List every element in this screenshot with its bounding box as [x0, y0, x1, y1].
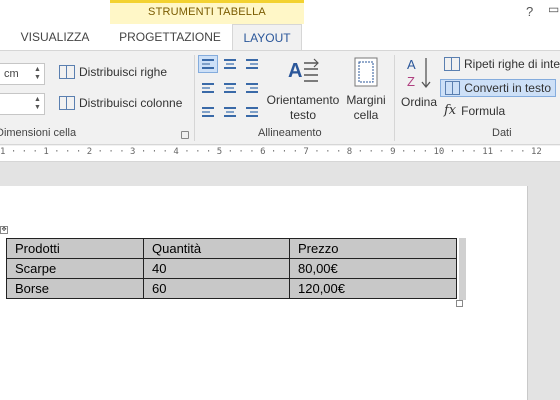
group-label-data: Dati [492, 127, 512, 139]
cell-size-dialog-launcher-icon[interactable] [181, 131, 189, 139]
distribute-rows-icon [59, 65, 75, 79]
distribute-columns-icon [59, 96, 75, 110]
cell-height-spinner[interactable]: cm ▲ ▼ [0, 63, 45, 85]
table-header-cell[interactable]: Prodotti [6, 238, 144, 259]
ribbon: cm ▲ ▼ ▲ ▼ Distribuisci righe Distribuisci… [0, 50, 560, 145]
align-bottom-left-button[interactable] [198, 101, 218, 119]
table-row: Prodotti Quantità Prezzo [6, 238, 457, 259]
table-row-end-markers [459, 238, 466, 300]
group-divider [194, 55, 195, 141]
align-middle-left-button[interactable] [198, 78, 218, 96]
table-cell[interactable]: 60 [143, 278, 290, 299]
table-row: Borse 60 120,00€ [6, 278, 457, 299]
formula-button[interactable]: fx Formula [444, 103, 505, 118]
svg-text:Z: Z [407, 74, 415, 89]
text-direction-icon: A [288, 58, 319, 82]
ruler-scale: 1 · · · 1 · · · 2 · · · 3 · · · 4 · · · … [0, 147, 542, 157]
table-cell[interactable]: Scarpe [6, 258, 144, 279]
table-move-handle-icon[interactable]: ✥ [0, 226, 8, 234]
align-top-center-button[interactable] [220, 55, 240, 73]
table-row: Scarpe 40 80,00€ [6, 258, 457, 279]
align-bottom-right-button[interactable] [242, 101, 262, 119]
repeat-header-rows-label: Ripeti righe di intes [464, 57, 560, 71]
tab-layout[interactable]: LAYOUT [232, 24, 302, 51]
distribute-columns-button[interactable]: Distribuisci colonne [59, 96, 182, 110]
cell-margins-label-line1: Margini [346, 93, 386, 107]
data-table[interactable]: Prodotti Quantità Prezzo Scarpe 40 80,00… [6, 238, 457, 299]
spinner-arrows-icon[interactable]: ▲ ▼ [34, 66, 42, 82]
distribute-columns-label: Distribuisci colonne [79, 96, 183, 110]
cell-margins-button[interactable]: Margini cella [342, 55, 390, 123]
convert-to-text-icon [445, 81, 461, 95]
table-header-cell[interactable]: Prezzo [289, 238, 457, 259]
table-cell[interactable]: Borse [6, 278, 144, 299]
text-direction-label-line2: testo [289, 108, 316, 122]
tab-progettazione[interactable]: PROGETTAZIONE [110, 24, 230, 50]
tab-visualizza[interactable]: VISUALIZZA [0, 24, 110, 50]
align-middle-right-button[interactable] [242, 78, 262, 96]
formula-label: Formula [461, 103, 506, 118]
ribbon-display-options-icon[interactable]: ▭ [548, 2, 560, 16]
table-tools-context-label: STRUMENTI TABELLA [148, 6, 266, 18]
align-bottom-center-button[interactable] [220, 101, 240, 119]
ribbon-tab-strip: STRUMENTI TABELLA ? ▭ VISUALIZZA PROGETT… [0, 0, 560, 51]
repeat-header-rows-icon [444, 57, 460, 71]
sort-label: Ordina [400, 95, 438, 109]
group-divider [394, 55, 395, 141]
text-direction-button[interactable]: A Orientamento testo [264, 55, 342, 123]
group-label-cell-size: Dimensioni cella [0, 127, 77, 139]
table-resize-handle-icon[interactable] [456, 300, 463, 307]
text-direction-label-line1: Orientamento [266, 93, 340, 107]
group-label-alignment: Allineamento [258, 127, 322, 139]
cell-margins-icon [354, 57, 378, 87]
align-top-left-button[interactable] [198, 55, 218, 73]
spinner-arrows-icon[interactable]: ▲ ▼ [34, 96, 42, 112]
cell-height-value: cm [4, 68, 19, 80]
align-top-right-button[interactable] [242, 55, 262, 73]
convert-to-text-button[interactable]: Converti in testo [440, 79, 556, 97]
formula-fx-icon: fx [444, 103, 457, 118]
distribute-rows-label: Distribuisci righe [79, 65, 168, 79]
horizontal-ruler[interactable]: 1 · · · 1 · · · 2 · · · 3 · · · 4 · · · … [0, 146, 560, 162]
svg-text:A: A [407, 57, 416, 72]
table-cell[interactable]: 80,00€ [289, 258, 457, 279]
distribute-rows-button[interactable]: Distribuisci righe [59, 65, 167, 79]
repeat-header-rows-button[interactable]: Ripeti righe di intes [444, 57, 560, 71]
sort-button[interactable]: A Z Ordina [398, 55, 440, 110]
align-middle-center-button[interactable] [220, 78, 240, 96]
cell-width-spinner[interactable]: ▲ ▼ [0, 93, 45, 115]
table-header-cell[interactable]: Quantità [143, 238, 290, 259]
help-icon[interactable]: ? [526, 4, 533, 19]
table-cell[interactable]: 120,00€ [289, 278, 457, 299]
svg-text:A: A [288, 60, 302, 82]
sort-az-icon: A Z [407, 57, 431, 89]
cell-margins-label-line2: cella [353, 108, 379, 122]
convert-to-text-label: Converti in testo [464, 81, 551, 95]
table-cell[interactable]: 40 [143, 258, 290, 279]
